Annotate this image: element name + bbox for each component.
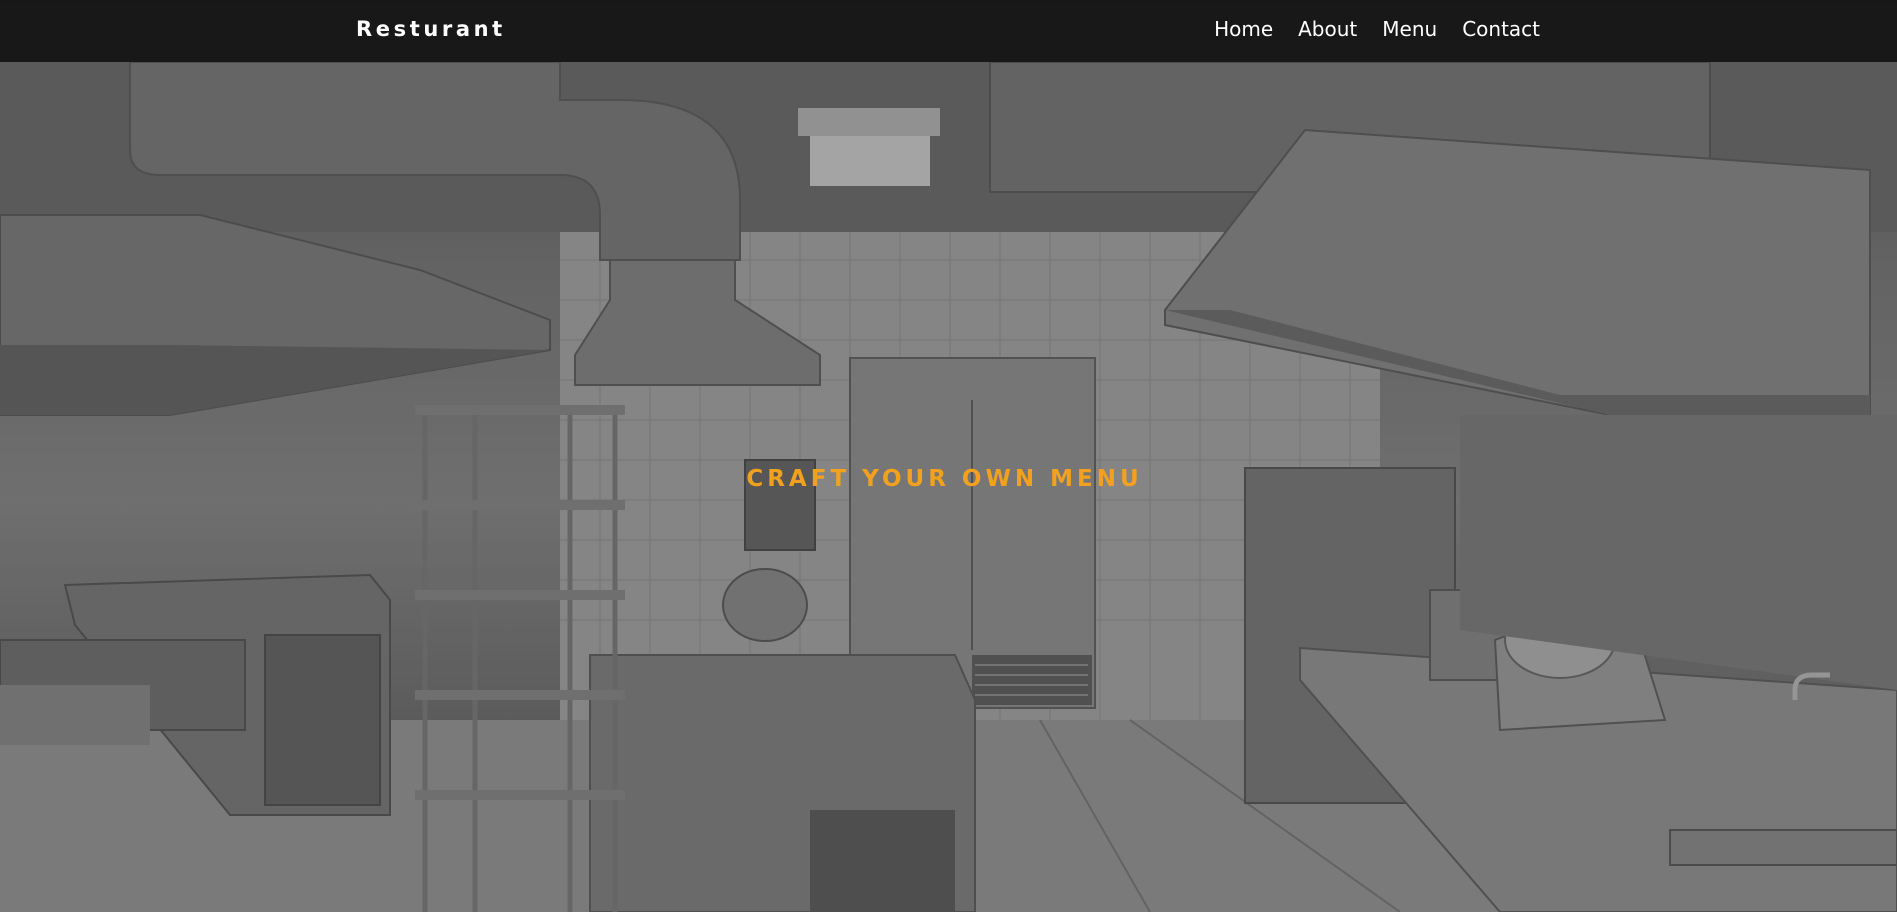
- hero-headline: CRAFT YOUR OWN MENU: [746, 466, 1143, 493]
- nav-link-menu[interactable]: Menu: [1382, 17, 1437, 41]
- top-navbar: Resturant Home About Menu Contact: [0, 0, 1897, 62]
- nav-item-contact: Contact: [1462, 17, 1540, 41]
- page: Resturant Home About Menu Contact CRAFT …: [0, 0, 1897, 912]
- nav-item-about: About: [1298, 17, 1357, 41]
- hero-background-image: [0, 0, 1897, 912]
- nav-item-home: Home: [1214, 17, 1273, 41]
- nav-link-about[interactable]: About: [1298, 17, 1357, 41]
- nav-links: Home About Menu Contact: [1214, 17, 1540, 41]
- brand-logo-link[interactable]: Resturant: [356, 17, 506, 41]
- nav-item-menu: Menu: [1382, 17, 1437, 41]
- hero-dark-overlay: [0, 0, 1897, 912]
- nav-link-contact[interactable]: Contact: [1462, 17, 1540, 41]
- nav-link-home[interactable]: Home: [1214, 17, 1273, 41]
